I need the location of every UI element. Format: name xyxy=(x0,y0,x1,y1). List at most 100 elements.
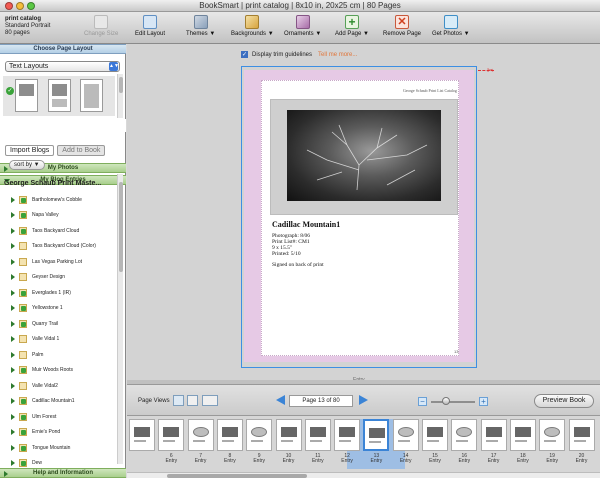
blog-entry-label: Palm xyxy=(32,351,44,358)
next-page-arrow-icon[interactable] xyxy=(359,395,368,405)
blog-entry-item[interactable]: Bartholomew's Cobble xyxy=(0,192,116,208)
expand-triangle-icon[interactable] xyxy=(11,336,15,343)
close-window-button[interactable] xyxy=(5,2,13,10)
blog-entry-item[interactable]: Quarry Trail xyxy=(0,316,116,332)
expand-triangle-icon[interactable] xyxy=(11,351,15,358)
previous-page-arrow-icon[interactable] xyxy=(276,395,285,405)
spread-view-icon[interactable] xyxy=(187,395,198,406)
single-page-view-icon[interactable] xyxy=(173,395,184,406)
minimize-window-button[interactable] xyxy=(16,2,24,10)
expand-triangle-icon[interactable] xyxy=(11,258,15,265)
blog-entry-item[interactable]: Palm xyxy=(0,347,116,363)
add-to-book-button[interactable]: Add to Book xyxy=(57,145,106,156)
page-thumbnail[interactable] xyxy=(246,419,273,451)
get-photos-button[interactable]: Get Photos ▼ xyxy=(432,15,470,43)
import-blogs-button[interactable]: Import Blogs xyxy=(5,145,55,156)
backgrounds-button[interactable]: Backgrounds ▼ xyxy=(231,15,274,43)
thumbnail-image xyxy=(573,427,590,437)
page-thumbnail[interactable] xyxy=(363,419,390,451)
page-thumbnail[interactable] xyxy=(392,419,419,451)
page-thumbnail[interactable] xyxy=(539,419,566,451)
page-thumbnail-label: Entry xyxy=(370,458,383,464)
entry-in-book-icon xyxy=(19,211,27,220)
expand-triangle-icon[interactable] xyxy=(11,444,15,451)
blog-entry-item[interactable]: Napa Valley xyxy=(0,208,116,224)
add-page-button[interactable]: + Add Page ▼ xyxy=(335,15,369,43)
expand-triangle-icon[interactable] xyxy=(11,274,15,281)
page-thumbnail[interactable] xyxy=(129,419,155,451)
page-thumbnail[interactable] xyxy=(568,419,595,451)
expand-triangle-icon[interactable] xyxy=(11,227,15,234)
edit-layout-button[interactable]: Edit Layout xyxy=(135,15,165,43)
blog-entry-item[interactable]: Cadillac Mountain1 xyxy=(0,394,116,410)
remove-page-button[interactable]: ✕ Remove Page xyxy=(383,15,421,43)
help-and-information-header[interactable]: Help and Information xyxy=(0,468,126,478)
layout-option-3[interactable] xyxy=(80,79,103,112)
expand-triangle-icon[interactable] xyxy=(11,196,15,203)
trim-guidelines-checkbox[interactable]: ✓ xyxy=(241,51,248,58)
zoom-window-button[interactable] xyxy=(27,2,35,10)
page-thumbnail[interactable] xyxy=(187,419,214,451)
expand-triangle-icon[interactable] xyxy=(11,289,15,296)
blog-entry-item[interactable]: Valle Vidal2 xyxy=(0,378,116,394)
thumbnail-image xyxy=(192,427,209,437)
page-thumbnail[interactable] xyxy=(334,419,361,451)
page-thumbnail[interactable] xyxy=(480,419,507,451)
page-thumbnail[interactable] xyxy=(158,419,185,451)
expand-triangle-icon[interactable] xyxy=(11,460,15,467)
blog-entry-label: Geyser Design xyxy=(32,274,66,281)
expand-triangle-icon[interactable] xyxy=(11,382,15,389)
blog-entry-label: Muir Woods Roots xyxy=(32,367,74,374)
preview-book-button[interactable]: Preview Book xyxy=(534,394,594,408)
blog-entry-label: Valle Vidal2 xyxy=(32,382,58,389)
blog-entry-item[interactable]: Yellowstone 1 xyxy=(0,301,116,317)
expand-triangle-icon[interactable] xyxy=(11,320,15,327)
page-thumbnail[interactable] xyxy=(509,419,536,451)
tell-me-more-link[interactable]: Tell me more... xyxy=(318,52,357,58)
zoom-in-icon[interactable]: + xyxy=(479,397,488,406)
blog-root-item[interactable]: George Schaub Print Maste... xyxy=(4,180,101,187)
layout-scrollbar[interactable] xyxy=(117,74,123,118)
blog-entry-item[interactable]: Tongue Mountain xyxy=(0,440,116,456)
blog-entry-item[interactable]: Geyser Design xyxy=(0,270,116,286)
page-thumbnail[interactable] xyxy=(451,419,478,451)
layout-option-2[interactable] xyxy=(48,79,71,112)
page-thumbnail[interactable] xyxy=(216,419,243,451)
expand-triangle-icon[interactable] xyxy=(11,212,15,219)
expand-triangle-icon[interactable] xyxy=(11,413,15,420)
expand-triangle-icon[interactable] xyxy=(11,243,15,250)
filmstrip-scrollbar[interactable] xyxy=(127,472,600,478)
blog-entry-item[interactable]: Taos Backyard Cloud (Color) xyxy=(0,239,116,255)
page-thumbnail[interactable] xyxy=(304,419,331,451)
zoom-slider-knob[interactable] xyxy=(442,397,451,405)
blog-entry-label: Yellowstone 1 xyxy=(32,305,63,312)
page-indicator[interactable]: Page 13 of 80 xyxy=(289,395,353,407)
photo-caption[interactable]: Cadillac Mountain1 Photograph: 8/06 Prin… xyxy=(272,220,340,268)
page-thumbnail[interactable] xyxy=(275,419,302,451)
expand-triangle-icon xyxy=(4,166,8,172)
expand-triangle-icon[interactable] xyxy=(11,398,15,405)
zoom-slider[interactable] xyxy=(431,401,475,403)
blog-entry-item[interactable]: Taos Backyard Cloud xyxy=(0,223,116,239)
expand-triangle-icon[interactable] xyxy=(11,305,15,312)
blog-entry-item[interactable]: Ulm Forest xyxy=(0,409,116,425)
blog-entry-item[interactable]: Valle Vidal 1 xyxy=(0,332,116,348)
layout-option-1[interactable] xyxy=(15,79,38,112)
blog-entry-item[interactable]: Muir Woods Roots xyxy=(0,363,116,379)
blog-entry-item[interactable]: Las Vegas Parking Lot xyxy=(0,254,116,270)
expand-triangle-icon[interactable] xyxy=(11,367,15,374)
sort-by-button[interactable]: sort by ▼ xyxy=(9,160,45,170)
change-size-button[interactable]: Change Size xyxy=(84,15,118,43)
zoom-out-icon[interactable]: − xyxy=(418,397,427,406)
blog-list-scrollbar[interactable] xyxy=(117,174,123,464)
themes-button[interactable]: Themes ▼ xyxy=(186,15,215,43)
page-canvas: ✓ Display trim guidelines Tell me more..… xyxy=(127,44,600,384)
trim-guidelines-label: Display trim guidelines xyxy=(252,51,313,58)
expand-triangle-icon[interactable] xyxy=(11,429,15,436)
page-thumbnail[interactable] xyxy=(422,419,448,451)
blog-entry-item[interactable]: Ernie's Pond xyxy=(0,425,116,441)
layout-type-select[interactable]: Text Layouts ▲▼ xyxy=(5,61,120,72)
blog-entry-item[interactable]: Everglades 1 (IR) xyxy=(0,285,116,301)
ornaments-button[interactable]: Ornaments ▼ xyxy=(284,15,321,43)
multi-page-view-icon[interactable] xyxy=(202,395,218,406)
